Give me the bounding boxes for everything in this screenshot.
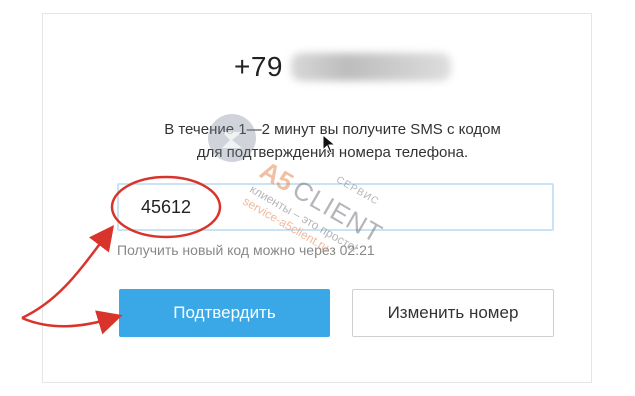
phone-number: +79 bbox=[234, 50, 451, 84]
a5-logo-icon bbox=[208, 114, 256, 162]
mouse-pointer-icon bbox=[322, 133, 337, 159]
change-number-button[interactable]: Изменить номер bbox=[352, 289, 554, 337]
phone-digits-blurred bbox=[291, 53, 451, 81]
confirm-button[interactable]: Подтвердить bbox=[119, 289, 330, 337]
phone-prefix: +79 bbox=[234, 51, 283, 82]
